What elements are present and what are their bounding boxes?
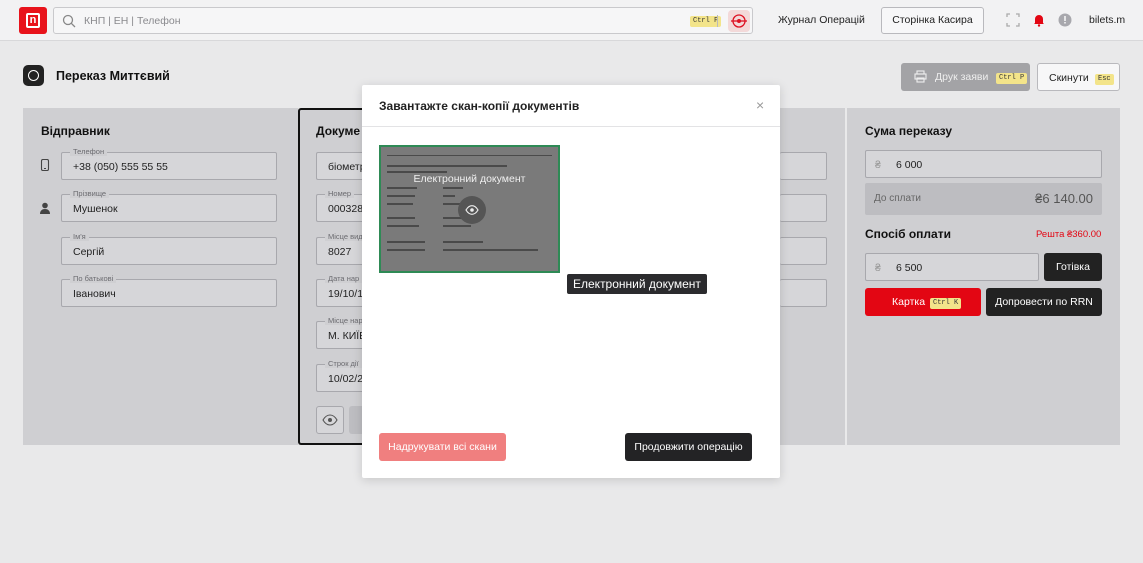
phone-icon [40,159,50,171]
doc-line [443,225,471,227]
to-pay-block: До сплати ₴6 140.00 [865,183,1102,215]
page-title: Переказ Миттєвий [56,69,170,83]
print-all-scans-button[interactable]: Надрукувати всі скани [379,433,506,461]
phone-label: Телефон [70,147,108,156]
doc-line [387,249,425,251]
receiver-field-4[interactable] [780,279,827,307]
surname-field[interactable]: Прізвище Мушенок [61,189,277,222]
doc-line [387,165,507,167]
print-application-button[interactable]: Друк заяви Ctrl P [901,63,1030,91]
preview-button[interactable] [458,196,486,224]
search-placeholder: КНП | ЕН | Телефон [84,15,181,27]
phone-value: +38 (050) 555 55 55 [73,161,168,173]
document-type-value: біометр [328,161,366,173]
printer-icon [914,70,927,83]
reset-button[interactable]: Скинути Esc [1037,63,1120,91]
birthplace-label: Місце нар [325,316,366,325]
transfer-icon [23,65,44,86]
transfer-title: Сума переказу [865,124,952,138]
thumbnail-caption: Електронний документ [413,173,526,185]
doc-line [387,203,413,205]
document-number-label: Номер [325,189,355,198]
surname-value: Мушенок [73,203,118,215]
print-shortcut: Ctrl P [996,73,1028,84]
reset-label: Скинути [1049,72,1089,84]
doc-line [387,217,415,219]
info-icon[interactable] [1058,13,1072,27]
continue-operation-button[interactable]: Продовжити операцію [625,433,752,461]
name-label: Ім'я [70,232,89,241]
name-value: Сергій [73,246,105,258]
doc-line [387,225,419,227]
cashier-page-button[interactable]: Сторінка Касира [881,7,984,34]
top-bar: n КНП | ЕН | Телефон Ctrl F Журнал Опера… [0,0,1143,41]
change-label: Решта ₴360.00 [1036,229,1102,240]
document-title: Докуме [316,124,361,138]
cash-amount-value: 6 500 [896,262,923,274]
cash-amount-field[interactable]: ₴ 6 500 [865,253,1039,281]
phone-field[interactable]: Телефон +38 (050) 555 55 55 [61,147,277,180]
card-button[interactable]: Картка Ctrl K [865,288,981,316]
validity-label: Строк дії [325,359,362,368]
document-action-button[interactable] [349,406,362,434]
receiver-field-2[interactable] [780,194,827,222]
document-thumbnail[interactable]: Електронний документ [379,145,560,273]
app-logo[interactable]: n [19,7,47,34]
doc-line [443,187,463,189]
receiver-field-1[interactable] [780,152,827,180]
doc-line [443,195,455,197]
journal-link[interactable]: Журнал Операцій [778,14,865,26]
rrn-button[interactable]: Допровести по RRN [986,288,1102,316]
card-label: Картка [892,296,926,308]
eye-icon [322,414,338,426]
to-pay-value: ₴6 140.00 [1035,191,1093,206]
cash-currency-icon: ₴ [875,262,881,274]
bell-icon[interactable] [1032,13,1046,27]
doc-line [443,249,538,251]
patronymic-field[interactable]: По батькові Іванович [61,274,277,307]
search-icon [62,14,76,28]
currency-icon: ₴ [875,159,881,171]
logo-mark: n [26,13,40,28]
search-divider [717,15,718,27]
payment-method-title: Спосіб оплати [865,227,951,241]
name-field[interactable]: Ім'я Сергій [61,232,277,265]
surname-label: Прізвище [70,189,110,198]
person-icon [40,202,50,214]
sender-title: Відправник [41,124,110,138]
cash-button[interactable]: Готівка [1044,253,1102,281]
patronymic-value: Іванович [73,288,116,300]
doc-line [387,187,417,189]
reset-shortcut: Esc [1095,74,1114,85]
document-issued-label: Місце вид [325,232,366,241]
doc-line [387,241,425,243]
doc-line [443,241,483,243]
birth-date-label: Дата нар [325,274,363,283]
to-pay-label: До сплати [874,193,921,204]
eye-icon [465,205,479,215]
document-number-value: 000328 [328,203,364,215]
doc-line [387,155,552,156]
card-shortcut: Ctrl K [930,298,962,309]
amount-value: 6 000 [896,159,923,171]
scan-document-button[interactable] [728,10,750,32]
receiver-field-3[interactable] [780,237,827,265]
modal-divider [362,126,780,127]
doc-line [387,195,415,197]
thumbnail-tooltip: Електронний документ [567,274,707,294]
patronymic-label: По батькові [70,274,117,283]
search-bar[interactable]: КНП | ЕН | Телефон Ctrl F [53,7,753,34]
view-document-button[interactable] [316,406,344,434]
fullscreen-icon[interactable] [1006,13,1020,27]
amount-field[interactable]: ₴ 6 000 [865,150,1102,178]
user-name[interactable]: bilets.m [1089,14,1125,26]
birthplace-value: М. КИЇВ [328,330,367,342]
scan-icon [731,14,747,28]
modal-title: Завантажте скан-копії документів [379,99,580,113]
close-icon[interactable]: × [756,98,764,112]
document-issued-value: 8027 [328,246,352,258]
print-label: Друк заяви [935,71,989,83]
